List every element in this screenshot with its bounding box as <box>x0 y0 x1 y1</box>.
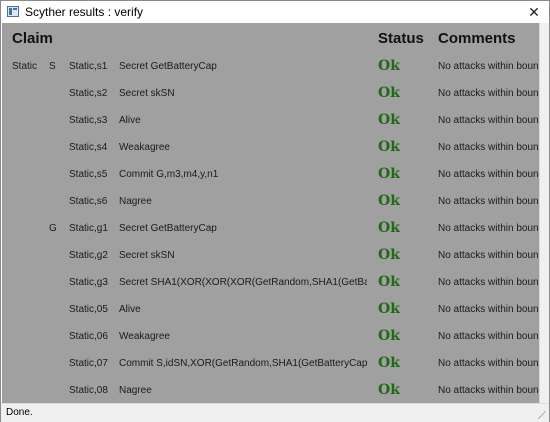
claim-id: Static,s3 <box>69 115 108 126</box>
status-bar: Done. <box>1 403 549 422</box>
comment-text: No attacks within bounds. <box>438 61 540 72</box>
status-ok-label: Ok <box>378 193 400 209</box>
claim-text: Secret GetBatteryCap <box>119 61 217 72</box>
comment-text: No attacks within bounds. <box>438 304 540 315</box>
comment-text: No attacks within bounds. <box>438 331 540 342</box>
claim-id: Static,06 <box>69 331 108 342</box>
result-row: Static,s4 Weakagree Ok No attacks within bo… <box>2 135 540 162</box>
status-ok-label: Ok <box>378 220 400 236</box>
comment-text: No attacks within bounds. <box>438 88 540 99</box>
results-table: Claim Status Comments Static S Static,s1 Se… <box>2 23 540 403</box>
claim-id: Static,g1 <box>69 223 108 234</box>
claim-text: Secret skSN <box>119 250 175 261</box>
status-ok-label: Ok <box>378 274 400 290</box>
claim-id: Static,s2 <box>69 88 108 99</box>
claim-text: Commit G,m3,m4,y,n1 <box>119 169 219 180</box>
result-row: Static,s2 Secret skSN Ok No attacks within … <box>2 81 540 108</box>
comment-text: No attacks within bounds. <box>438 223 540 234</box>
claim-id: Static,s5 <box>69 169 108 180</box>
comment-text: No attacks within bounds. <box>438 385 540 396</box>
result-row: Static,08 Nagree Ok No attacks within bound… <box>2 378 540 403</box>
comment-text: No attacks within bounds. <box>438 277 540 288</box>
comment-text: No attacks within bounds. <box>438 169 540 180</box>
claim-id: Static,s1 <box>69 61 108 72</box>
comment-text: No attacks within bounds. <box>438 250 540 261</box>
vertical-scrollbar[interactable] <box>539 23 549 403</box>
comment-text: No attacks within bounds. <box>438 115 540 126</box>
claim-id: Static,g3 <box>69 277 108 288</box>
result-row: Static,06 Weakagree Ok No attacks within bo… <box>2 324 540 351</box>
result-row: G Static,g1 Secret GetBatteryCap Ok No attac… <box>2 216 540 243</box>
claim-text: Nagree <box>119 196 152 207</box>
results-window: Scyther results : verify ✕ Claim Status … <box>0 0 550 422</box>
status-ok-label: Ok <box>378 301 400 317</box>
claim-text: Weakagree <box>119 331 170 342</box>
claim-id: Static,s6 <box>69 196 108 207</box>
claim-id: Static,s4 <box>69 142 108 153</box>
result-row: Static,05 Alive Ok No attacks within bounds… <box>2 297 540 324</box>
claim-id: Static,g2 <box>69 250 108 261</box>
comment-text: No attacks within bounds. <box>438 196 540 207</box>
claim-role: G <box>49 223 57 234</box>
claim-text: Weakagree <box>119 142 170 153</box>
app-window-icon <box>7 6 19 17</box>
status-column-header: Status <box>378 30 424 47</box>
status-bar-text: Done. <box>6 407 33 418</box>
resize-grip-icon[interactable] <box>538 411 546 419</box>
claim-column-header: Claim <box>12 30 53 47</box>
result-row: Static,s3 Alive Ok No attacks within bounds… <box>2 108 540 135</box>
status-ok-label: Ok <box>378 382 400 398</box>
window-title: Scyther results : verify <box>25 5 144 19</box>
claim-text: Commit S,idSN,XOR(GetRandom,SHA1(GetBatt… <box>119 358 367 369</box>
comment-text: No attacks within bounds. <box>438 142 540 153</box>
status-ok-label: Ok <box>378 166 400 182</box>
comment-text: No attacks within bounds. <box>438 358 540 369</box>
claim-text: Alive <box>119 115 141 126</box>
result-row: Static,s5 Commit G,m3,m4,y,n1 Ok No attacks… <box>2 162 540 189</box>
status-ok-label: Ok <box>378 58 400 74</box>
comments-column-header: Comments <box>438 30 516 47</box>
status-ok-label: Ok <box>378 139 400 155</box>
claim-id: Static,08 <box>69 385 108 396</box>
status-ok-label: Ok <box>378 328 400 344</box>
claim-id: Static,05 <box>69 304 108 315</box>
close-button[interactable]: ✕ <box>525 3 543 21</box>
claim-text: Secret SHA1(XOR(XOR(XOR(GetRandom,SHA1(G… <box>119 277 367 288</box>
claim-text: Alive <box>119 304 141 315</box>
claim-text: Nagree <box>119 385 152 396</box>
status-ok-label: Ok <box>378 112 400 128</box>
result-row: Static,07 Commit S,idSN,XOR(GetRandom,SHA… <box>2 351 540 378</box>
result-row: Static,s6 Nagree Ok No attacks within bound… <box>2 189 540 216</box>
result-row: Static,g3 Secret SHA1(XOR(XOR(XOR(GetRand… <box>2 270 540 297</box>
status-ok-label: Ok <box>378 247 400 263</box>
status-ok-label: Ok <box>378 355 400 371</box>
claim-text: Secret skSN <box>119 88 175 99</box>
result-row: Static S Static,s1 Secret GetBatteryCap Ok No… <box>2 54 540 81</box>
status-ok-label: Ok <box>378 85 400 101</box>
claim-text: Secret GetBatteryCap <box>119 223 217 234</box>
result-row: Static,g2 Secret skSN Ok No attacks within … <box>2 243 540 270</box>
title-bar[interactable]: Scyther results : verify ✕ <box>1 1 549 23</box>
claim-protocol: Static <box>12 61 38 72</box>
claim-id: Static,07 <box>69 358 108 369</box>
claim-role: S <box>49 61 56 72</box>
